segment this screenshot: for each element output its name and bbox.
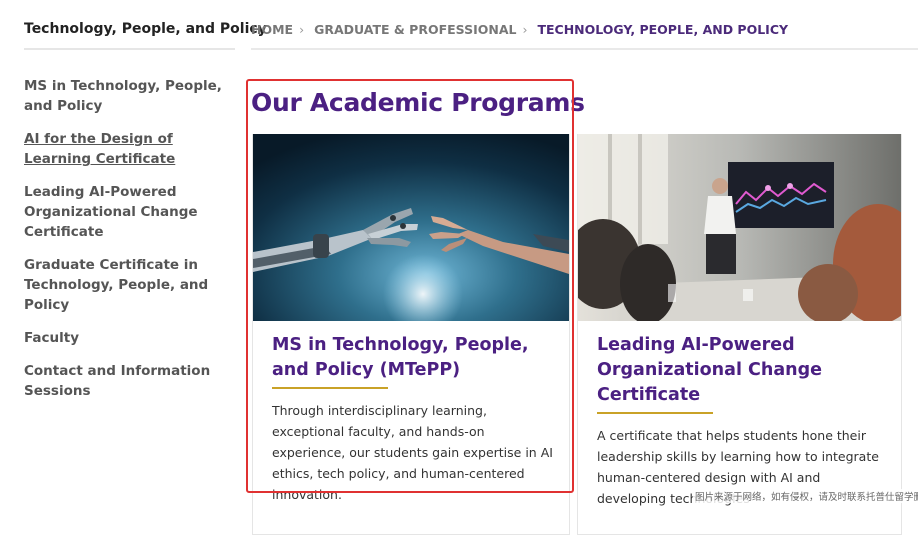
title-accent-underline xyxy=(597,412,713,414)
breadcrumb-current: TECHNOLOGY, PEOPLE, AND POLICY xyxy=(537,22,789,37)
sidebar-item-graduate-certificate[interactable]: Graduate Certificate in Technology, Peop… xyxy=(24,255,236,315)
sidebar-item-contact-sessions[interactable]: Contact and Information Sessions xyxy=(24,361,236,401)
program-card-ms-tepp[interactable]: MS in Technology, People, and Policy (MT… xyxy=(252,134,570,535)
sidebar-divider xyxy=(24,48,235,50)
sidebar-nav: MS in Technology, People, and Policy AI … xyxy=(24,76,236,414)
sidebar-item-faculty[interactable]: Faculty xyxy=(24,328,236,348)
breadcrumb: HOME › GRADUATE & PROFESSIONAL › TECHNOLOGY,… xyxy=(251,22,788,37)
breadcrumb-separator-icon: › xyxy=(522,22,528,37)
breadcrumb-separator-icon: › xyxy=(299,22,305,37)
sidebar-item-ai-design-learning[interactable]: AI for the Design of Learning Certificat… xyxy=(24,129,236,169)
breadcrumb-divider xyxy=(251,48,918,50)
program-card-leading-ai-change[interactable]: Leading AI-Powered Organizational Change… xyxy=(577,134,902,535)
page-heading: Our Academic Programs xyxy=(251,88,585,117)
watermark-text: 图片来源于网络，如有侵权，请及时联系托普仕留学删除 xyxy=(693,489,918,503)
card-description: Through interdisciplinary learning, exce… xyxy=(272,403,553,502)
sidebar-item-ms-tepp[interactable]: MS in Technology, People, and Policy xyxy=(24,76,236,116)
presentation-meeting-image[interactable] xyxy=(578,134,901,321)
card-title[interactable]: Leading AI-Powered Organizational Change… xyxy=(597,333,827,408)
breadcrumb-home[interactable]: HOME xyxy=(251,22,293,37)
sidebar-title[interactable]: Technology, People, and Policy xyxy=(24,21,267,37)
robot-hand-image[interactable] xyxy=(253,134,569,321)
title-accent-underline xyxy=(272,387,388,389)
card-title[interactable]: MS in Technology, People, and Policy (MT… xyxy=(272,333,552,383)
sidebar-item-leading-ai-change[interactable]: Leading AI-Powered Organizational Change… xyxy=(24,182,236,242)
breadcrumb-graduate-professional[interactable]: GRADUATE & PROFESSIONAL xyxy=(314,22,516,37)
